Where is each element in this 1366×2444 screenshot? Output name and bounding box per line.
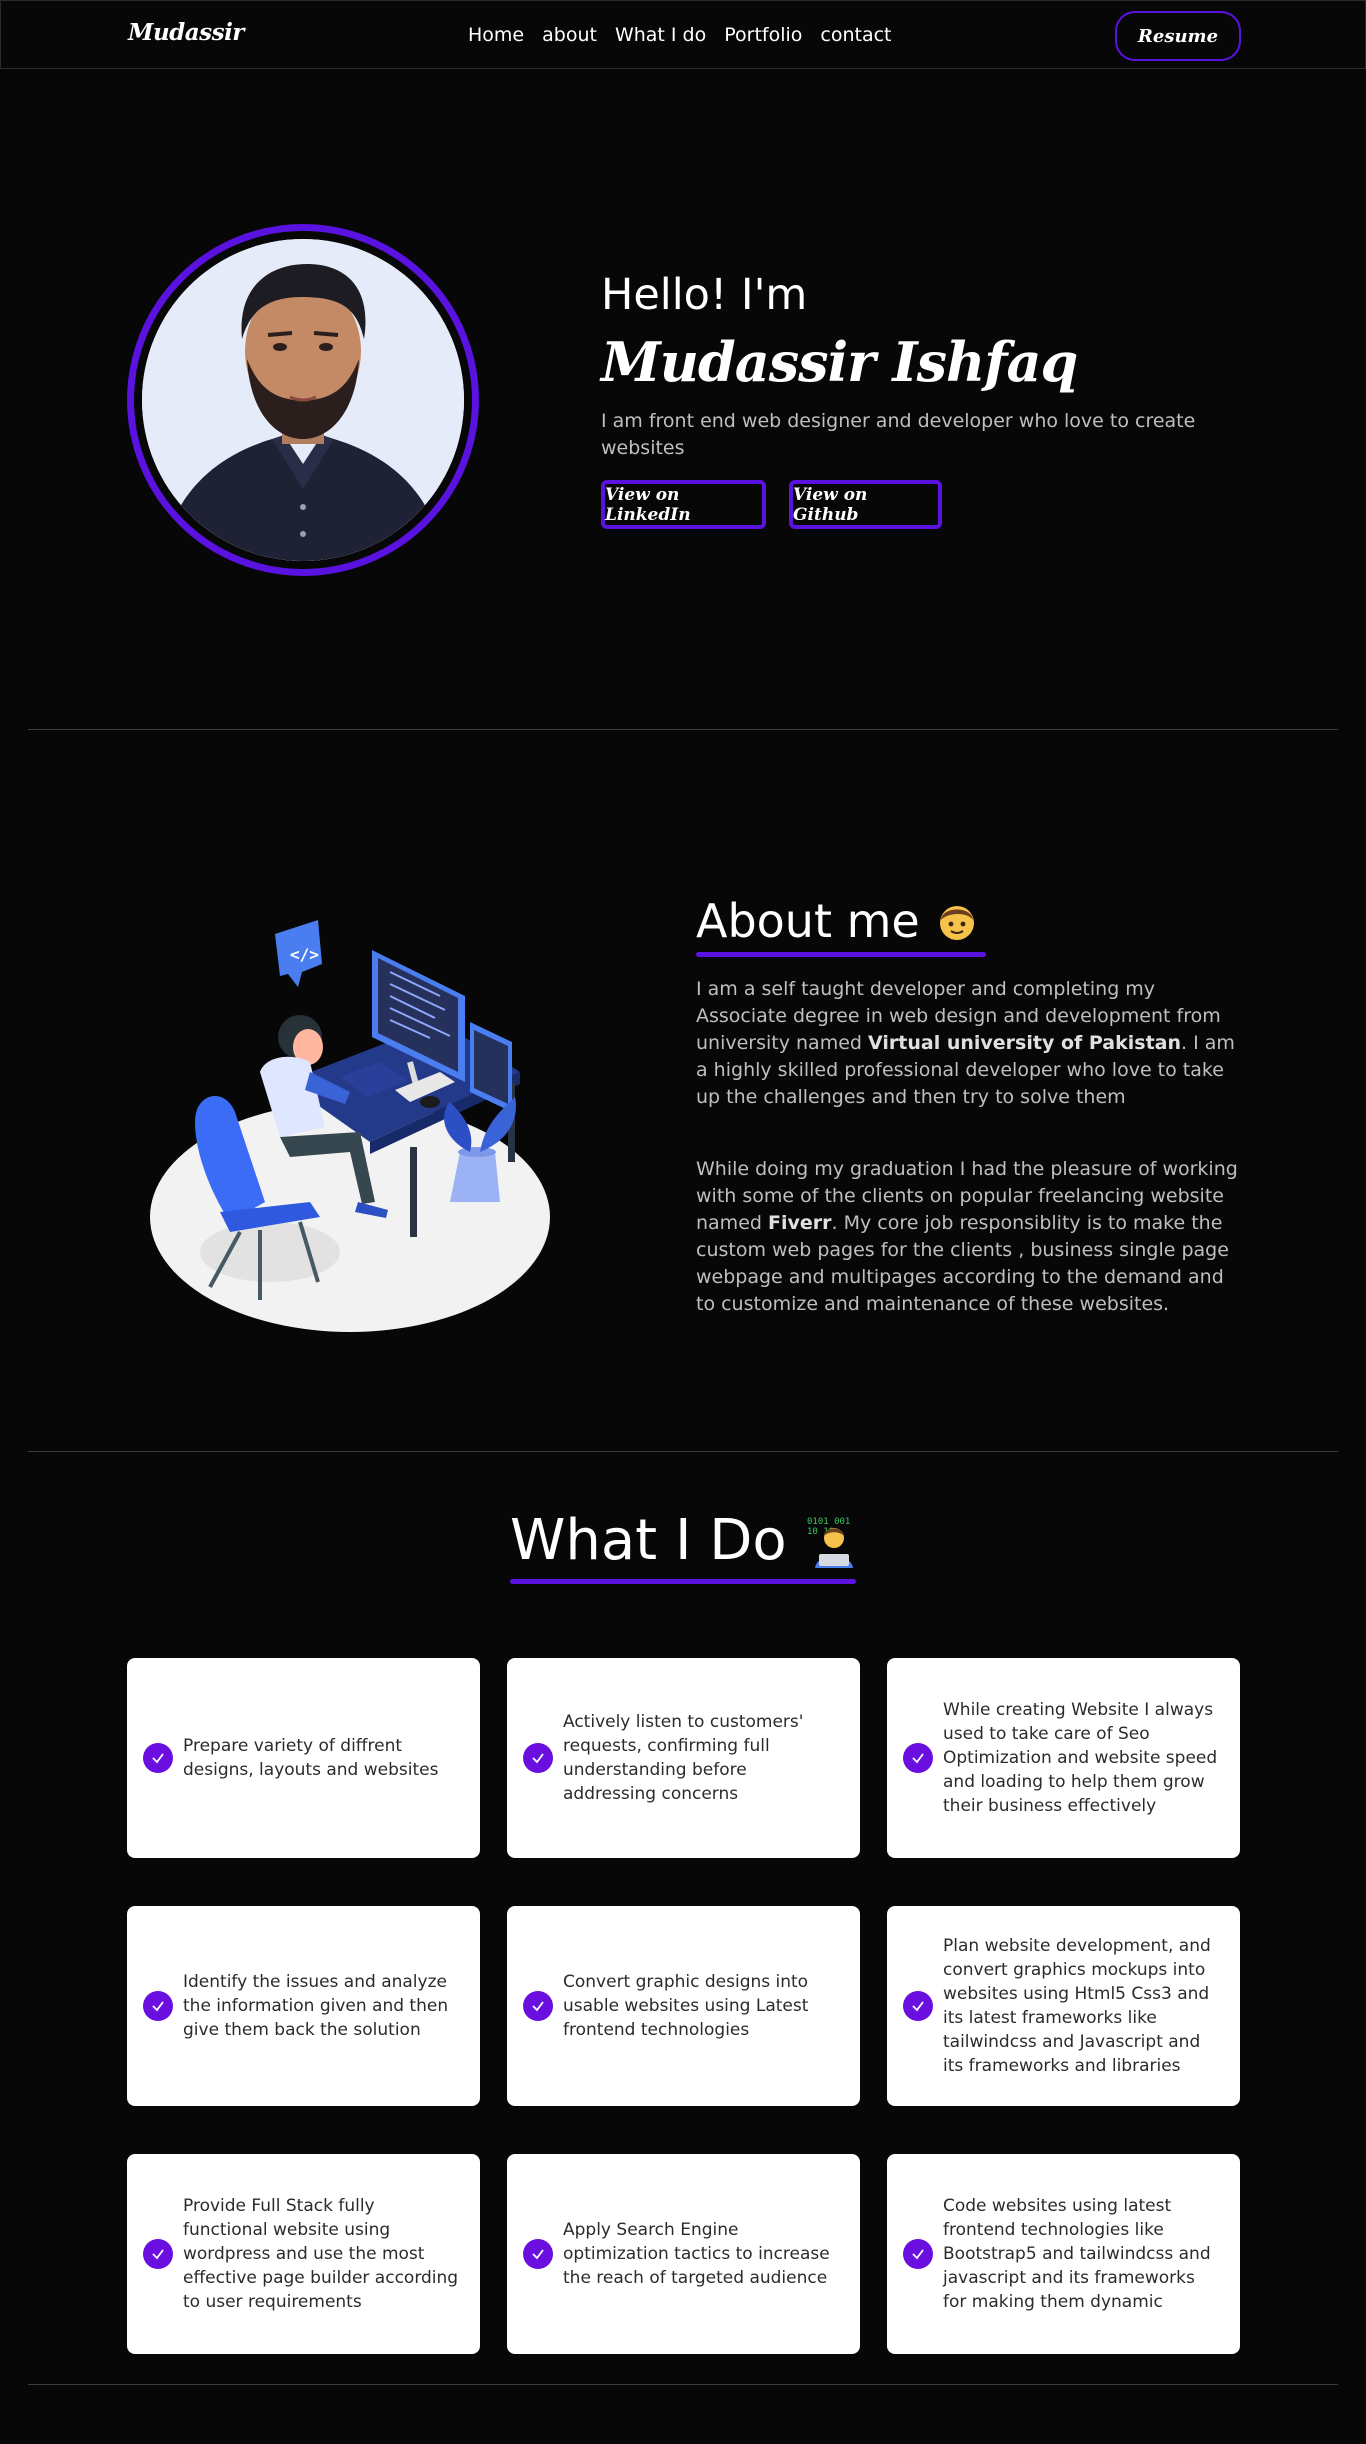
check-icon (523, 1991, 553, 2021)
service-card-text: Provide Full Stack fully functional webs… (183, 2196, 459, 2312)
service-card-text: Actively listen to customers' requests, … (563, 1712, 804, 1804)
boy-emoji-icon (939, 906, 974, 940)
section-divider (28, 729, 1338, 730)
nav-link-home[interactable]: Home (468, 24, 524, 46)
service-card: Provide Full Stack fully functional webs… (127, 2154, 480, 2354)
nav-link-about[interactable]: about (542, 24, 597, 46)
fiverr-name: Fiverr (767, 1212, 832, 1234)
check-icon (903, 1991, 933, 2021)
about-title-text: About me (696, 894, 920, 948)
site-logo[interactable]: Mudassir (128, 19, 244, 46)
service-card-text: While creating Website I always used to … (943, 1700, 1218, 1816)
about-paragraph-2: While doing my graduation I had the plea… (696, 1158, 1238, 1315)
hero-name: Mudassir Ishfaq (601, 330, 1078, 394)
check-icon (143, 1991, 173, 2021)
service-card-text: Prepare variety of diffrent designs, lay… (183, 1736, 439, 1780)
service-card-text: Convert graphic designs into usable webs… (563, 1972, 809, 2040)
about-heading: About me (696, 894, 978, 948)
service-card-text: Code websites using latest frontend tech… (943, 2196, 1211, 2312)
navbar: Mudassir Home about What I do Portfolio … (0, 0, 1366, 69)
university-name: Virtual university of Pakistan (868, 1032, 1181, 1054)
what-i-do-heading: What I Do 0101 001 10 10 (510, 1508, 863, 1573)
check-icon (903, 2239, 933, 2269)
check-icon (143, 2239, 173, 2269)
github-button[interactable]: View on Github (789, 480, 942, 529)
profile-photo (142, 239, 464, 561)
check-icon (143, 1743, 173, 1773)
developer-illustration: </> (140, 912, 560, 1342)
nav-link-portfolio[interactable]: Portfolio (724, 24, 802, 46)
service-card: Actively listen to customers' requests, … (507, 1658, 860, 1858)
what-i-do-underline (510, 1579, 856, 1584)
service-card: Prepare variety of diffrent designs, lay… (127, 1658, 480, 1858)
service-card: Convert graphic designs into usable webs… (507, 1906, 860, 2106)
about-paragraph-1: I am a self taught developer and complet… (696, 978, 1235, 1108)
what-i-do-title-text: What I Do (510, 1508, 787, 1573)
service-card: Code websites using latest frontend tech… (887, 2154, 1240, 2354)
service-card-text: Apply Search Engine optimization tactics… (563, 2220, 830, 2288)
hero-greeting: Hello! I'm (601, 270, 808, 320)
about-underline (696, 952, 986, 957)
technologist-emoji-icon: 0101 001 10 10 (807, 1517, 853, 1568)
nav-link-contact[interactable]: contact (820, 24, 891, 46)
check-icon (523, 1743, 553, 1773)
profile-photo-frame (127, 224, 479, 576)
section-divider (28, 1451, 1338, 1452)
service-card: While creating Website I always used to … (887, 1658, 1240, 1858)
nav-links: Home about What I do Portfolio contact (468, 24, 892, 46)
check-icon (523, 2239, 553, 2269)
svg-text:</>: </> (290, 945, 319, 964)
check-icon (903, 1743, 933, 1773)
service-card-text: Identify the issues and analyze the info… (183, 1972, 449, 2040)
linkedin-button[interactable]: View on LinkedIn (601, 480, 766, 529)
service-card: Plan website development, and convert gr… (887, 1906, 1240, 2106)
resume-button[interactable]: Resume (1115, 11, 1241, 61)
nav-link-what-i-do[interactable]: What I do (615, 24, 706, 46)
svg-text:0101 001: 0101 001 (807, 1517, 850, 1527)
section-divider (28, 2384, 1338, 2385)
service-card: Apply Search Engine optimization tactics… (507, 2154, 860, 2354)
service-card-text: Plan website development, and convert gr… (943, 1936, 1211, 2076)
hero-tagline: I am front end web designer and develope… (601, 410, 1196, 459)
service-card: Identify the issues and analyze the info… (127, 1906, 480, 2106)
